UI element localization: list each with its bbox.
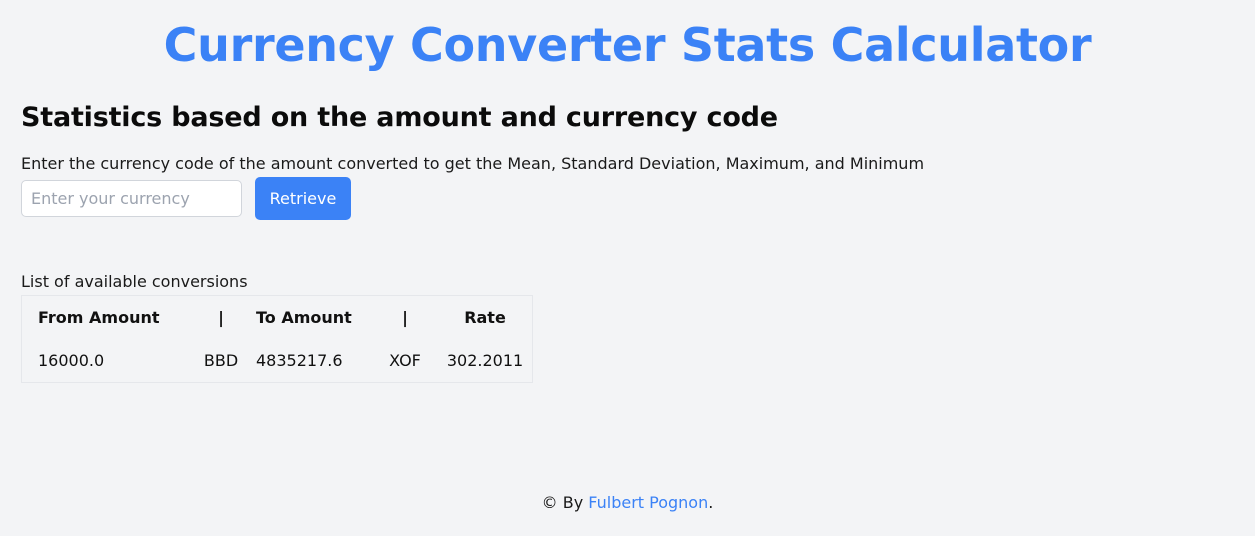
header-separator: | bbox=[218, 308, 224, 327]
page: Currency Converter Stats Calculator Stat… bbox=[0, 0, 1255, 536]
header-to-amount: To Amount bbox=[256, 308, 352, 327]
header-rate: Rate bbox=[464, 308, 506, 327]
cell-from-currency: BBD bbox=[203, 351, 239, 370]
retrieve-button[interactable]: Retrieve bbox=[255, 177, 351, 220]
footer: © By Fulbert Pognon. bbox=[0, 492, 1255, 514]
section-subtitle: Statistics based on the amount and curre… bbox=[21, 102, 778, 133]
header-separator: | bbox=[402, 308, 408, 327]
footer-suffix: . bbox=[708, 493, 714, 512]
instructions-text: Enter the currency code of the amount co… bbox=[21, 154, 925, 173]
author-link[interactable]: Fulbert Pognon bbox=[588, 493, 708, 512]
header-from-amount: From Amount bbox=[38, 308, 160, 327]
cell-to-amount: 4835217.6 bbox=[256, 351, 343, 370]
table-header-row: From Amount | To Amount | Rate bbox=[22, 296, 533, 340]
currency-input[interactable] bbox=[21, 180, 242, 217]
cell-to-currency: XOF bbox=[389, 351, 421, 370]
conversions-list-caption: List of available conversions bbox=[21, 272, 248, 291]
table-row: 16000.0 BBD 4835217.6 XOF 302.2011 bbox=[22, 339, 533, 383]
footer-prefix: © By bbox=[541, 493, 589, 512]
page-title: Currency Converter Stats Calculator bbox=[163, 18, 1092, 72]
conversions-table: From Amount | To Amount | Rate 16000.0 B… bbox=[21, 295, 533, 383]
cell-rate: 302.2011 bbox=[446, 351, 524, 370]
cell-from-amount: 16000.0 bbox=[38, 351, 105, 370]
